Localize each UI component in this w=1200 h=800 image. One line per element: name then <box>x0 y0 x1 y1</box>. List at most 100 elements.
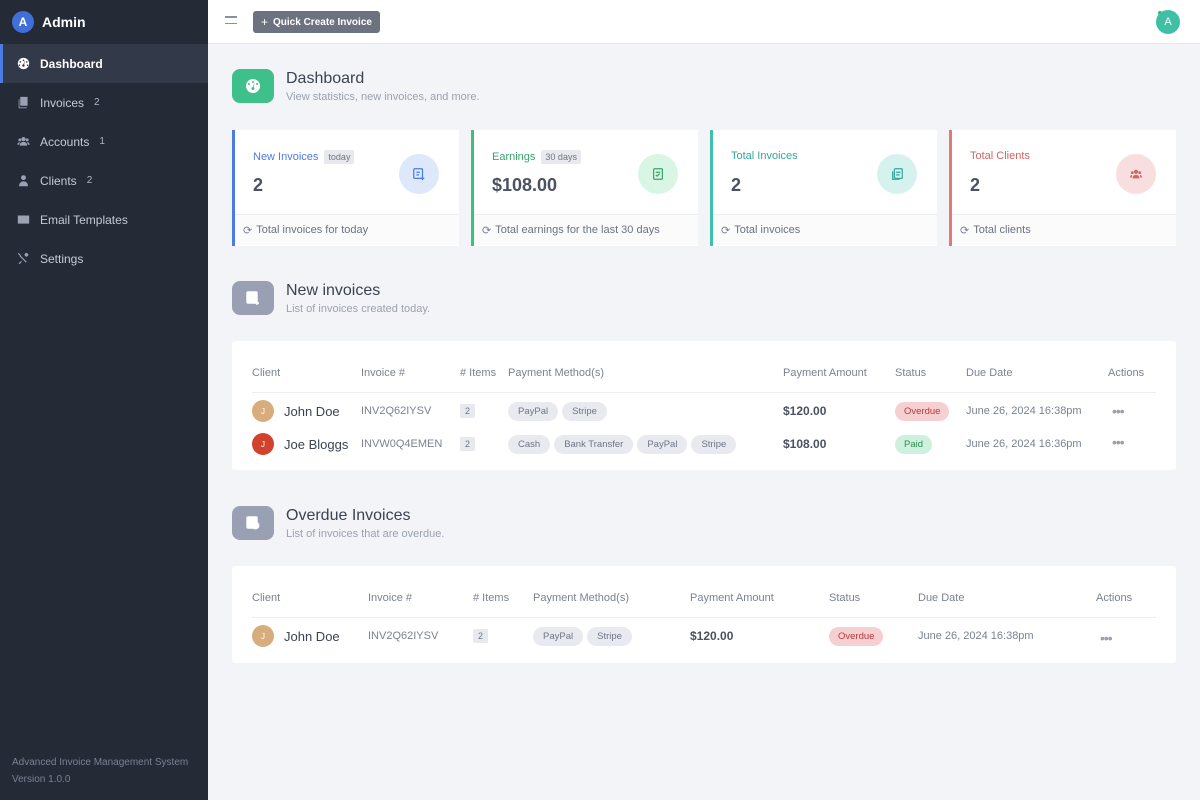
sidebar-item-accounts[interactable]: Accounts 1 <box>0 122 208 161</box>
section-title: Overdue Invoices <box>286 507 411 524</box>
column-header[interactable]: Payment Amount <box>783 367 867 379</box>
sidebar-item-label: Email Templates <box>40 212 128 227</box>
more-actions-icon[interactable]: ••• <box>1100 627 1113 649</box>
refresh-icon: ⟳ <box>482 224 492 237</box>
due-date: June 26, 2024 16:36pm <box>966 438 1082 450</box>
topbar: + Quick Create Invoice A <box>208 0 1200 44</box>
sidebar-footer: Advanced Invoice Management System Versi… <box>12 754 188 788</box>
column-header: Actions <box>1096 592 1133 604</box>
stat-card-new-invoices: New Invoices today 2 ⟳ Total invoices for… <box>232 130 459 246</box>
status-badge: Paid <box>895 434 933 454</box>
divider <box>252 617 1156 618</box>
column-header[interactable]: Status <box>829 592 860 604</box>
invoice-number[interactable]: INV2Q62IYSV <box>361 400 431 422</box>
table-row-client[interactable]: J John Doe <box>252 400 340 422</box>
app-name: Advanced Invoice Management System <box>12 757 189 768</box>
payment-method-pill: PayPal <box>533 626 584 646</box>
card-footer: Total invoices for today <box>256 224 369 236</box>
new-invoices-table: Client Invoice # # Items Payment Method(… <box>232 341 1176 470</box>
brand-name: Admin <box>42 14 86 30</box>
avatar: J <box>252 625 274 647</box>
more-actions-icon[interactable]: ••• <box>1112 431 1125 453</box>
due-date: June 26, 2024 16:38pm <box>966 405 1082 417</box>
quick-create-invoice-button[interactable]: + Quick Create Invoice <box>253 11 380 33</box>
menu-toggle-icon[interactable] <box>225 16 237 26</box>
gauge-icon <box>232 69 274 103</box>
column-header[interactable]: Invoice # <box>368 592 412 604</box>
sidebar-item-settings[interactable]: Settings <box>0 239 208 278</box>
card-tag: today <box>324 150 355 164</box>
status-badge: Overdue <box>895 401 950 421</box>
payment-methods: PayPal Stripe <box>533 625 636 647</box>
sidebar-item-label: Dashboard <box>40 56 103 71</box>
sidebar-item-dashboard[interactable]: Dashboard <box>0 44 208 83</box>
user-icon <box>16 174 30 188</box>
column-header[interactable]: Client <box>252 592 280 604</box>
payment-amount: $120.00 <box>690 629 734 643</box>
card-value: 2 <box>253 175 264 195</box>
plus-icon: + <box>261 15 269 29</box>
avatar: J <box>252 433 274 455</box>
payment-method-pill: PayPal <box>508 401 559 421</box>
sidebar-item-clients[interactable]: Clients 2 <box>0 161 208 200</box>
section-subtitle: List of invoices that are overdue. <box>286 528 445 540</box>
app-version: Version 1.0.0 <box>12 774 71 785</box>
sidebar-item-count: 2 <box>86 175 93 186</box>
refresh-icon: ⟳ <box>721 224 731 237</box>
stat-card-total-clients: Total Clients 2 ⟳ Total clients <box>949 130 1176 246</box>
brand[interactable]: A Admin <box>0 0 208 44</box>
invoice-icon <box>16 96 30 110</box>
avatar: J <box>252 400 274 422</box>
table-row-client[interactable]: J John Doe <box>252 625 340 647</box>
column-header[interactable]: # Items <box>460 367 496 379</box>
invoice-number[interactable]: INV2Q62IYSV <box>368 625 438 647</box>
users-icon <box>16 135 30 149</box>
column-header[interactable]: Invoice # <box>361 367 405 379</box>
payment-method-pill: Stripe <box>587 626 632 646</box>
sidebar-item-count: 1 <box>99 136 105 147</box>
column-header[interactable]: Status <box>895 367 926 379</box>
payment-method-pill: Stripe <box>562 401 607 421</box>
card-label: Total Clients <box>970 150 1030 162</box>
column-header[interactable]: Payment Method(s) <box>533 592 629 604</box>
card-label: Earnings <box>492 151 536 163</box>
refresh-icon: ⟳ <box>243 224 253 237</box>
sidebar-item-email-templates[interactable]: Email Templates <box>0 200 208 239</box>
overdue-invoices-header: Overdue Invoices List of invoices that a… <box>232 506 444 540</box>
envelope-icon <box>16 213 30 227</box>
due-date: June 26, 2024 16:38pm <box>918 630 1034 642</box>
table-row-client[interactable]: J Joe Bloggs <box>252 433 348 455</box>
card-label: New Invoices <box>253 151 319 163</box>
sidebar-item-invoices[interactable]: Invoices 2 <box>0 83 208 122</box>
invoice-number[interactable]: INVW0Q4EMEN <box>361 433 442 455</box>
card-value: $108.00 <box>492 175 558 195</box>
items-count-badge: 2 <box>460 437 476 451</box>
column-header[interactable]: Client <box>252 367 280 379</box>
client-name: John Doe <box>284 403 340 419</box>
stat-card-earnings: Earnings 30 days $108.00 ⟳ Total earnings… <box>471 130 698 246</box>
overdue-invoices-table: Client Invoice # # Items Payment Method(… <box>232 566 1176 663</box>
column-header[interactable]: # Items <box>473 592 509 604</box>
new-invoices-header: New invoices List of invoices created to… <box>232 281 430 315</box>
column-header[interactable]: Payment Method(s) <box>508 367 604 379</box>
column-header[interactable]: Due Date <box>918 592 964 604</box>
status-badge: Overdue <box>829 626 884 646</box>
card-value: 2 <box>970 175 981 195</box>
invoices-stack-icon <box>877 154 917 194</box>
more-actions-icon[interactable]: ••• <box>1112 400 1125 422</box>
invoice-add-icon <box>399 154 439 194</box>
sidebar-item-label: Settings <box>40 251 84 266</box>
items-count-badge: 2 <box>473 629 489 643</box>
client-name: Joe Bloggs <box>284 436 349 452</box>
card-footer: Total earnings for the last 30 days <box>495 224 660 236</box>
column-header[interactable]: Due Date <box>966 367 1012 379</box>
section-title: New invoices <box>286 282 381 299</box>
gauge-icon <box>16 57 30 71</box>
card-label: Total Invoices <box>731 150 798 162</box>
invoice-check-icon <box>638 154 678 194</box>
payment-method-pill: PayPal <box>637 434 688 454</box>
payment-methods: Cash Bank Transfer PayPal Stripe <box>508 433 740 455</box>
user-avatar[interactable]: A <box>1156 10 1180 34</box>
column-header[interactable]: Payment Amount <box>690 592 774 604</box>
divider <box>252 392 1156 393</box>
